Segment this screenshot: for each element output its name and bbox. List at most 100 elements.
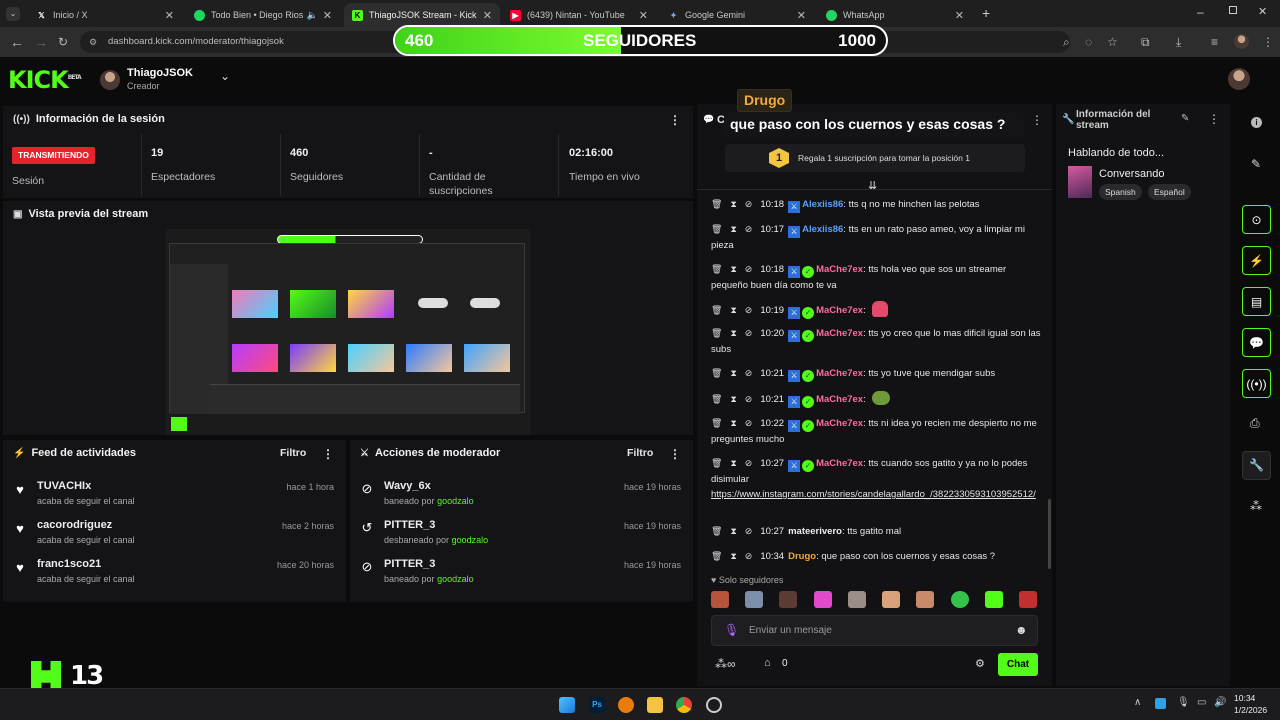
message-user[interactable]: Alexiis86	[802, 199, 843, 210]
close-tab-icon[interactable]: ✕	[165, 9, 174, 22]
trash-icon[interactable]: 🗑	[711, 326, 722, 341]
close-tab-icon[interactable]: ✕	[639, 9, 648, 22]
close-tab-icon[interactable]: ✕	[323, 9, 332, 22]
send-chat-button[interactable]: Chat	[998, 653, 1038, 676]
chat-message[interactable]: 🗑 ⧗ ⊘ 10:27 ⚔ ✓ MaChe7ex: tts cuando sos gatit…	[711, 456, 1041, 502]
windows-start-icon[interactable]	[559, 697, 575, 713]
timeout-icon[interactable]: ⧗	[730, 222, 736, 237]
trash-icon[interactable]: 🗑	[711, 303, 722, 318]
tray-microphone-icon[interactable]: 🎙	[1177, 697, 1190, 708]
chat-message[interactable]: 🗑 ⧗ ⊘ 10:21 ⚔ ✓ MaChe7ex: tts yo tuve que mend…	[711, 366, 1041, 382]
ban-icon[interactable]: ⊘	[745, 197, 753, 212]
menu-kebab-icon[interactable]: ⋮	[669, 447, 681, 461]
ban-icon[interactable]: ⊘	[745, 303, 753, 318]
emote[interactable]	[711, 591, 729, 608]
emote[interactable]	[813, 591, 832, 608]
kick-logo[interactable]: KICKBETA	[8, 66, 82, 94]
info-icon[interactable]: i	[1251, 117, 1262, 128]
chat-message[interactable]: 🗑 ⧗ ⊘ 10:19 ⚔ ✓ MaChe7ex:	[711, 301, 1041, 319]
user-avatar[interactable]	[1228, 68, 1250, 90]
message-user[interactable]: MaChe7ex	[816, 368, 863, 379]
message-user[interactable]: MaChe7ex	[816, 305, 863, 316]
reload-icon[interactable]: ↻	[58, 35, 68, 49]
ban-icon[interactable]: ⊘	[745, 524, 753, 539]
extensions-icon[interactable]: ⧉	[1141, 35, 1150, 50]
zoom-icon[interactable]: ⌕	[1063, 35, 1070, 50]
edit-pencil-icon[interactable]: ✎	[1251, 157, 1261, 171]
trash-icon[interactable]: 🗑	[711, 524, 722, 539]
app-icon[interactable]	[706, 697, 722, 713]
trash-icon[interactable]: 🗑	[711, 456, 722, 471]
timeout-icon[interactable]: ⧗	[730, 366, 736, 381]
chat-message[interactable]: 🗑 ⧗ ⊘ 10:20 ⚔ ✓ MaChe7ex: tts yo creo que lo m…	[711, 326, 1041, 357]
tool-wrench-button[interactable]: 🔧	[1242, 451, 1271, 480]
download-icon[interactable]: ⤓	[1176, 35, 1181, 50]
profile-avatar[interactable]	[1234, 34, 1249, 49]
tab-youtube[interactable]: ▶ (6439) Nintan - YouTube ✕	[502, 3, 656, 27]
tool-printer-icon[interactable]: ⎙	[1250, 416, 1260, 431]
chat-message[interactable]: 🗑 ⧗ ⊘ 10:17 ⚔ Alexiis86: tts en un rato paso …	[711, 222, 1041, 253]
message-user[interactable]: mateerivero	[788, 526, 842, 537]
close-tab-icon[interactable]: ✕	[483, 9, 492, 22]
menu-kebab-icon[interactable]: ⋮	[1031, 113, 1043, 127]
filter-button[interactable]: Filtro	[280, 447, 306, 459]
timeout-icon[interactable]: ⧗	[730, 524, 736, 539]
bookmark-star-icon[interactable]: ☆	[1107, 35, 1118, 49]
moderator-name[interactable]: goodzalo	[452, 535, 489, 545]
channel-name[interactable]: ThiagoJSOK	[127, 67, 193, 79]
emote[interactable]	[950, 591, 969, 608]
chat-input[interactable]: 🎙 Enviar un mensaje ☻	[711, 615, 1038, 646]
chat-message[interactable]: 🗑 ⧗ ⊘ 10:34 Drugo: que paso con los cuernos …	[711, 549, 1041, 564]
ban-icon[interactable]: ⊘	[745, 392, 753, 407]
timeout-icon[interactable]: ⧗	[730, 549, 736, 564]
trash-icon[interactable]: 🗑	[711, 262, 722, 277]
chat-scrollbar[interactable]	[1048, 499, 1051, 569]
timeout-icon[interactable]: ⧗	[730, 303, 736, 318]
menu-kebab-icon[interactable]: ⋮	[322, 447, 334, 461]
trash-icon[interactable]: 🗑	[711, 549, 722, 564]
message-user[interactable]: Drugo	[788, 551, 816, 562]
timeout-icon[interactable]: ⧗	[730, 416, 736, 431]
tab-x[interactable]: 𝕏 Inicio / X ✕	[28, 3, 182, 27]
stream-preview-video[interactable]	[165, 229, 531, 435]
message-user[interactable]: MaChe7ex	[816, 264, 863, 275]
tool-broadcast-icon[interactable]: ((•))	[1242, 369, 1271, 398]
timeout-icon[interactable]: ⧗	[730, 326, 736, 341]
tab-spotify[interactable]: Todo Bien • Diego Rios 🔈 ✕	[186, 3, 340, 27]
file-explorer-icon[interactable]	[647, 697, 663, 713]
mod-action-user[interactable]: PITTER_3	[384, 558, 435, 570]
chrome-icon[interactable]	[676, 697, 692, 713]
maximize-icon[interactable]	[1229, 6, 1237, 14]
tab-list-chevron-icon[interactable]: ⌄	[6, 7, 20, 21]
tool-lightning-icon[interactable]: ⚡	[1242, 246, 1271, 275]
tab-kick-dashboard[interactable]: K ThiagoJSOK Stream - Kick Dash ✕	[344, 3, 500, 27]
ban-icon[interactable]: ⊘	[745, 366, 753, 381]
forward-icon[interactable]: →	[34, 34, 48, 50]
moderator-name[interactable]: goodzalo	[437, 574, 474, 584]
emote[interactable]	[847, 591, 866, 608]
emote[interactable]	[984, 591, 1003, 608]
chat-message[interactable]: 🗑 ⧗ ⊘ 10:21 ⚔ ✓ MaChe7ex:	[711, 391, 1041, 408]
ban-icon[interactable]: ⊘	[745, 549, 753, 564]
trash-icon[interactable]: 🗑	[711, 392, 722, 407]
mod-action-user[interactable]: PITTER_3	[384, 519, 435, 531]
emote[interactable]	[916, 591, 935, 608]
back-icon[interactable]: ←	[10, 34, 24, 50]
tray-app-icon[interactable]	[1155, 698, 1166, 709]
ban-icon[interactable]: ⊘	[745, 326, 753, 341]
message-user[interactable]: MaChe7ex	[816, 394, 863, 405]
category-name[interactable]: Conversando	[1099, 168, 1164, 180]
ban-icon[interactable]: ⊘	[745, 456, 753, 471]
menu-kebab-icon[interactable]: ⋮	[1262, 35, 1274, 49]
activity-user[interactable]: TUVACHIx	[37, 480, 91, 492]
tool-chat-icon[interactable]: 💬	[1242, 328, 1271, 357]
emoji-icon[interactable]: ☻	[1015, 623, 1028, 637]
pin-expand-icon[interactable]: ⇊	[868, 179, 877, 192]
ban-icon[interactable]: ⊘	[745, 222, 753, 237]
chat-message[interactable]: 🗑 ⧗ ⊘ 10:18 ⚔ ✓ MaChe7ex: tts hola veo que sos…	[711, 262, 1041, 293]
mod-action-user[interactable]: Wavy_6x	[384, 480, 431, 492]
menu-kebab-icon[interactable]: ⋮	[669, 113, 681, 127]
activity-user[interactable]: franc1sco21	[37, 558, 101, 570]
chat-message[interactable]: 🗑 ⧗ ⊘ 10:22 ⚔ ✓ MaChe7ex: tts ni idea yo recie…	[711, 416, 1041, 447]
message-user[interactable]: MaChe7ex	[816, 418, 863, 429]
